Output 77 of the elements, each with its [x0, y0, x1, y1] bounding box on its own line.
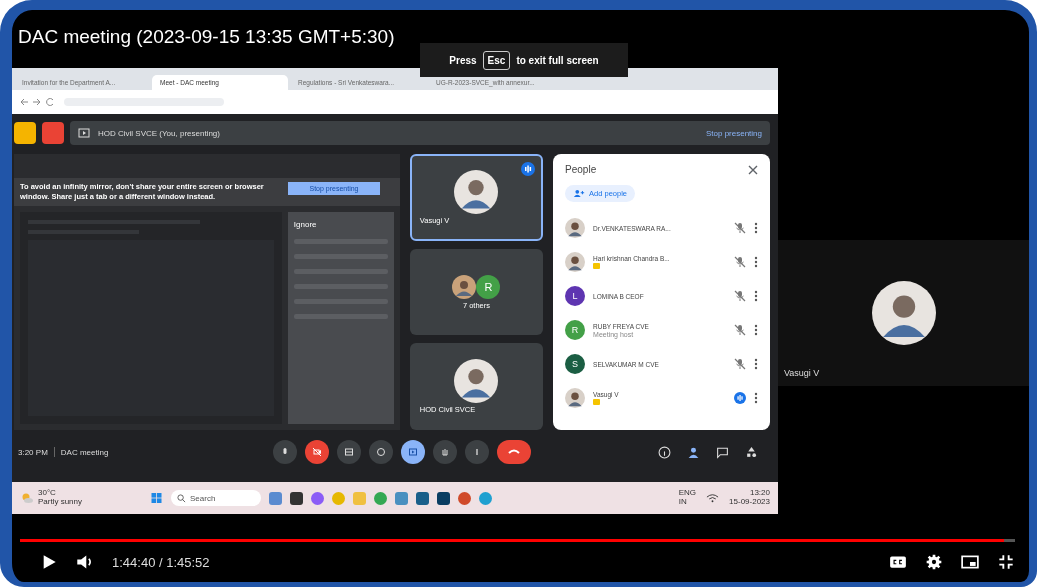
- weather-condition: Partly sunny: [38, 498, 83, 507]
- letter-avatar: L: [565, 286, 586, 306]
- search-field[interactable]: Search: [171, 490, 261, 506]
- presenting-label: HOD Civil SVCE (You, presenting): [98, 128, 221, 138]
- playback-time: 1:44:40 / 1:45:52: [112, 554, 210, 570]
- meeting-time: 3:20 PM: [18, 447, 48, 457]
- shapes-icon[interactable]: [745, 445, 758, 459]
- search-icon: [177, 493, 186, 503]
- language-code[interactable]: ENG: [678, 489, 697, 498]
- record-icon[interactable]: [42, 122, 64, 144]
- camera-off-icon: [311, 446, 323, 458]
- more-icon[interactable]: [754, 290, 758, 302]
- video-title: DAC meeting (2023-09-15 13:35 GMT+5:30): [18, 26, 395, 48]
- weather-temperature: 30°C: [38, 489, 56, 498]
- region-code[interactable]: IN: [678, 498, 687, 507]
- close-icon[interactable]: [748, 164, 758, 175]
- avatar-silhouette-icon: [871, 281, 936, 345]
- meeting-name: DAC meeting: [60, 447, 109, 457]
- microphone-button[interactable]: [273, 440, 297, 464]
- start-icon[interactable]: [150, 492, 163, 504]
- app-icon[interactable]: [290, 491, 303, 505]
- emoji-icon: [375, 446, 387, 458]
- more-options-button[interactable]: [465, 440, 489, 464]
- present-icon: [78, 128, 90, 138]
- hint-text: to exit full screen: [516, 54, 599, 66]
- speaking-icon: [521, 162, 536, 176]
- captions-icon: [343, 446, 355, 458]
- avatar-silhouette-icon: [454, 169, 499, 214]
- wifi-icon[interactable]: [706, 492, 720, 504]
- present-icon: [407, 446, 419, 458]
- captions-icon[interactable]: [889, 554, 907, 570]
- avatar-silhouette-icon: [452, 274, 477, 299]
- settings-icon[interactable]: [925, 554, 943, 570]
- ignore-label[interactable]: Ignore: [293, 220, 388, 230]
- volume-icon[interactable]: [76, 554, 94, 570]
- camera-button[interactable]: [305, 440, 329, 464]
- captions-button[interactable]: [337, 440, 361, 464]
- hint-text: Press: [449, 54, 477, 66]
- mic-off-icon[interactable]: [734, 222, 746, 234]
- raise-hand-button[interactable]: [433, 440, 457, 464]
- mic-off-icon[interactable]: [734, 324, 746, 336]
- panel-title: People: [565, 164, 597, 175]
- exit-fullscreen-icon[interactable]: [997, 554, 1015, 570]
- info-icon[interactable]: [658, 445, 671, 459]
- letter-avatar: R: [565, 320, 586, 340]
- add-person-icon: [573, 189, 586, 198]
- more-icon[interactable]: [754, 392, 758, 404]
- sun-cloud-icon: [20, 491, 34, 505]
- present-button[interactable]: [401, 440, 425, 464]
- mic-off-icon[interactable]: [734, 256, 746, 268]
- more-icon[interactable]: [754, 358, 758, 370]
- end-call-button[interactable]: [497, 440, 531, 464]
- participant-name: Vasugi V: [784, 368, 820, 378]
- app-icon[interactable]: [416, 491, 429, 505]
- nav-arrows-icon[interactable]: [20, 97, 56, 107]
- clock-date[interactable]: 15-09-2023: [729, 498, 770, 507]
- clock-time[interactable]: 13:20: [749, 489, 770, 498]
- more-icon[interactable]: [754, 324, 758, 336]
- letter-avatar: R: [476, 274, 501, 299]
- emoji-button[interactable]: [369, 440, 393, 464]
- chat-icon[interactable]: [716, 445, 729, 459]
- mic-off-icon[interactable]: [734, 290, 746, 302]
- folder-icon[interactable]: [14, 122, 36, 144]
- avatar-silhouette-icon: [565, 388, 586, 408]
- stop-presenting-link[interactable]: Stop presenting: [705, 128, 762, 138]
- letter-avatar: S: [565, 354, 586, 374]
- app-icon[interactable]: [437, 491, 450, 505]
- avatar-silhouette-icon: [454, 359, 499, 404]
- mic-off-icon[interactable]: [734, 358, 746, 370]
- avatar-silhouette-icon: [565, 218, 586, 238]
- people-icon[interactable]: [687, 445, 700, 459]
- more-icon[interactable]: [754, 256, 758, 268]
- esc-key: Esc: [482, 50, 511, 70]
- avatar-silhouette-icon: [565, 252, 586, 272]
- more-icon[interactable]: [754, 222, 758, 234]
- hand-icon: [439, 446, 451, 458]
- miniplayer-icon[interactable]: [961, 554, 979, 570]
